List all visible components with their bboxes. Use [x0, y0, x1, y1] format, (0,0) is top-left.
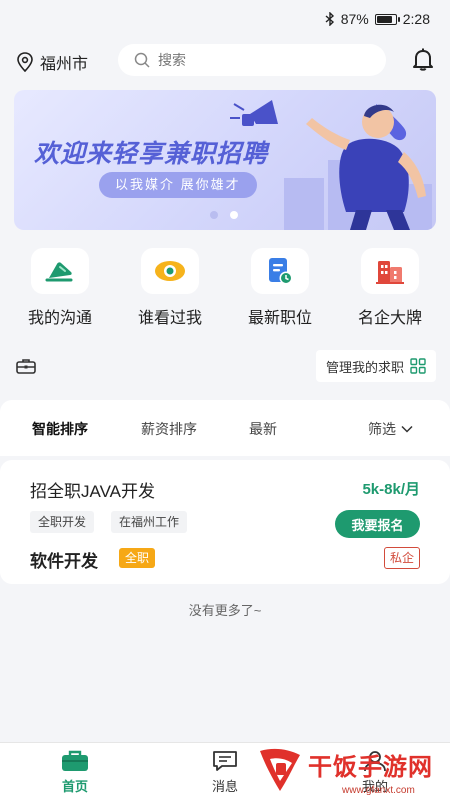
- site-watermark: 干饭手游网 www.gfanxt.com: [250, 741, 450, 800]
- quick-link-latest-jobs[interactable]: 最新职位: [230, 248, 330, 338]
- quick-link-label: 我的沟通: [27, 310, 92, 327]
- job-tag: 全职开发: [30, 511, 95, 533]
- job-title: 招全职JAVA开发: [30, 482, 155, 501]
- status-bar: 87% 2:28: [0, 0, 450, 40]
- briefcase-icon: [16, 358, 36, 379]
- job-type-badge: 全职: [119, 548, 156, 568]
- top-bar: 福州市: [0, 40, 450, 84]
- nav-label: 首页: [61, 779, 88, 794]
- manage-job-search-label: 管理我的求职: [325, 359, 404, 375]
- banner-dot-active: [230, 211, 238, 219]
- sort-tab-salary[interactable]: 薪资排序: [141, 419, 197, 439]
- quick-link-label: 最新职位: [247, 310, 312, 327]
- nav-label: 消息: [211, 779, 238, 794]
- nav-home[interactable]: 首页: [35, 749, 115, 795]
- banner-dot: [210, 211, 218, 219]
- manage-job-search-button[interactable]: 管理我的求职: [315, 350, 436, 382]
- job-card[interactable]: 招全职JAVA开发 5k-8k/月 全职开发 在福州工作 我要报名 软件开发 全…: [0, 460, 450, 584]
- list-end-text: 没有更多了~: [188, 603, 262, 618]
- bluetooth-icon: [325, 12, 334, 26]
- job-company: 软件开发: [30, 552, 98, 571]
- city-label: 福州市: [40, 56, 89, 73]
- location-selector[interactable]: 福州市: [16, 50, 88, 74]
- notification-bell-icon[interactable]: [410, 46, 436, 77]
- promo-banner[interactable]: 欢迎来轻享兼职招聘 以我媒介 展你雄才: [14, 90, 436, 230]
- battery-icon: [374, 13, 400, 25]
- apply-button[interactable]: 我要报名: [335, 510, 420, 538]
- eye-icon: [141, 248, 199, 294]
- company-type-badge: 私企: [383, 547, 420, 569]
- quick-link-communication[interactable]: 我的沟通: [10, 248, 110, 338]
- message-icon: [213, 751, 237, 771]
- banner-subtitle: 以我媒介 展你雄才: [99, 172, 257, 198]
- quick-link-viewers[interactable]: 谁看过我: [120, 248, 220, 338]
- watermark-url: www.gfanxt.com: [342, 785, 415, 796]
- job-salary: 5k-8k/月: [362, 481, 420, 498]
- chevron-down-icon: [401, 425, 413, 433]
- home-briefcase-icon: [62, 750, 88, 771]
- building-icon: [361, 248, 419, 294]
- grid-icon: [410, 358, 426, 374]
- job-tag: 在福州工作: [111, 511, 188, 533]
- search-icon: [134, 52, 150, 68]
- document-clock-icon: [251, 248, 309, 294]
- quick-links: 我的沟通 谁看过我 最新职位 名企大牌: [0, 248, 450, 338]
- filter-label: 筛选: [368, 421, 396, 437]
- filter-dropdown[interactable]: 筛选: [368, 419, 413, 439]
- quick-link-top-companies[interactable]: 名企大牌: [340, 248, 440, 338]
- clock-time: 2:28: [402, 11, 430, 27]
- search-input[interactable]: [158, 52, 358, 68]
- location-pin-icon: [17, 52, 33, 72]
- watermark-text: 干饭手游网: [308, 754, 433, 781]
- battery-percent: 87%: [340, 11, 369, 27]
- sort-tab-smart[interactable]: 智能排序: [32, 419, 88, 439]
- banner-title: 欢迎来轻享兼职招聘: [34, 140, 269, 168]
- sort-tab-latest[interactable]: 最新: [249, 419, 277, 439]
- sort-bar: 智能排序 薪资排序 最新 筛选: [0, 400, 450, 456]
- watermark-logo-icon: [260, 748, 300, 791]
- search-bar[interactable]: [118, 44, 386, 76]
- chat-icon: [31, 248, 89, 294]
- quick-link-label: 名企大牌: [357, 310, 422, 327]
- quick-link-label: 谁看过我: [137, 310, 202, 327]
